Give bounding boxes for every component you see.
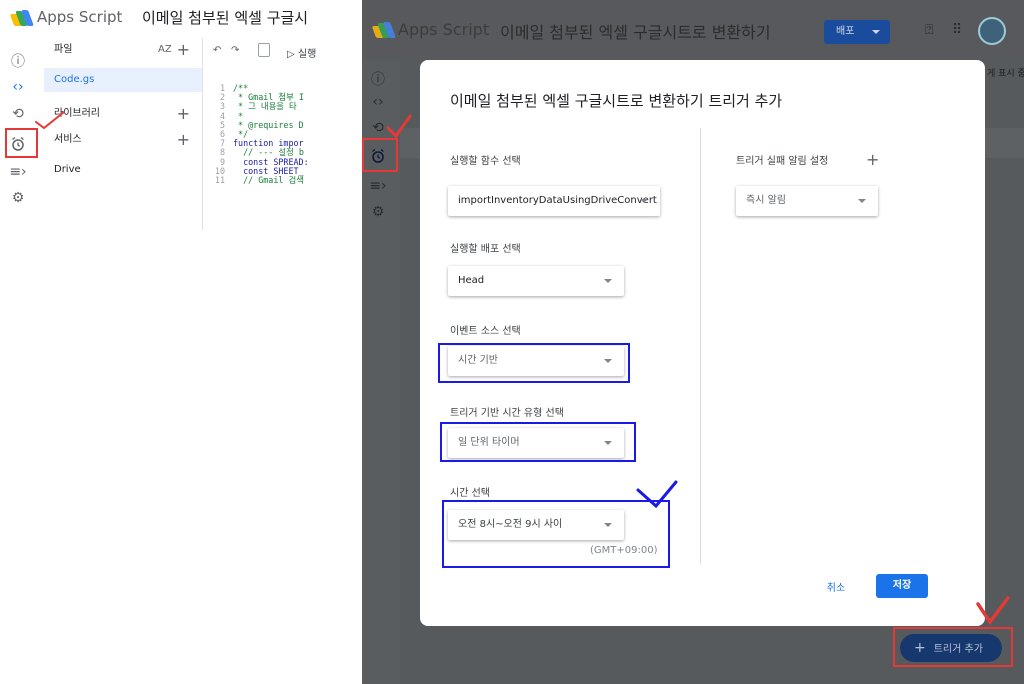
line-number: 11 [214,175,225,186]
annotation-red-box-right-triggers [362,138,398,172]
deployment-select-label: 실행할 배포 선택 [450,244,521,255]
avatar[interactable] [978,17,1006,45]
settings-gear-icon[interactable]: ⚙ [6,186,30,210]
apps-script-logo-icon [9,10,34,28]
annotation-blue-box-time-select [442,500,670,568]
brand-name: Apps Script [37,8,123,26]
run-button[interactable]: ▷ 실행 [287,45,316,60]
time-select-label: 시간 선택 [450,488,490,499]
code-editor[interactable]: ↶ ↷ ▷ 실행 1/** 2 * Gmail 첨부 I3 * 그 내용을 타4 … [202,38,340,230]
info-icon[interactable]: ⓘ [366,68,390,92]
file-item-label: Code.gs [54,74,95,85]
redo-icon[interactable]: ↷ [231,45,239,56]
save-file-icon[interactable] [258,43,270,57]
line-number: 5 [219,119,225,130]
settings-gear-icon[interactable]: ⚙ [366,200,390,224]
dialog-column-divider [700,128,701,564]
line-number: 4 [219,110,225,121]
undo-icon[interactable]: ↶ [213,45,221,56]
history-icon[interactable]: ⟲ [6,102,30,126]
deploy-button[interactable]: 배포 [824,20,890,44]
line-number: 7 [219,138,225,149]
executions-icon[interactable]: ≡› [6,160,30,184]
service-drive-label: Drive [54,164,81,175]
annotation-red-box-left-triggers [5,128,38,158]
left-screenshot: Apps Script 이메일 첨부된 엑셀 구글시 ⓘ ‹› ⟲ ≡› ⚙ 파… [0,0,340,230]
chevron-down-icon [872,30,880,34]
chevron-down-icon [858,199,866,203]
executions-icon[interactable]: ≡› [366,174,390,198]
editor-code-icon[interactable]: ‹› [6,75,30,99]
add-library-icon[interactable]: + [177,102,190,126]
code-line: 11 // Gmail 검색 [203,175,340,186]
apps-script-logo-icon [371,22,396,40]
project-title[interactable]: 이메일 첨부된 엑셀 구글시트로 변환하기 [500,19,771,43]
line-number: 1 [219,83,225,93]
line-number: 6 [219,129,225,140]
files-label: 파일 [54,44,73,55]
failure-notification-value: 즉시 알림 [746,195,786,206]
line-number: 3 [219,101,225,112]
timer-type-label: 트리거 기반 시간 유형 선택 [450,408,564,419]
apps-grid-icon[interactable]: ⠿ [952,22,962,38]
editor-code-icon[interactable]: ‹› [366,90,390,114]
failure-notification-select[interactable]: 즉시 알림 [736,186,878,216]
cancel-button[interactable]: 취소 [816,577,856,601]
right-screenshot: Apps Script 이메일 첨부된 엑셀 구글시트로 변환하기 배포 ⍰ ⠿… [362,0,1024,684]
add-service-icon[interactable]: + [177,128,190,152]
file-item-code-gs[interactable]: Code.gs [44,68,202,92]
add-file-icon[interactable]: + [177,38,190,62]
dialog-title: 이메일 첨부된 엑셀 구글시트로 변환하기 트리거 추가 [450,92,783,110]
help-icon[interactable]: ⍰ [925,22,933,38]
publishing-status-text: 게 표시 중 [987,69,1024,79]
deploy-label: 배포 [836,26,855,37]
left-top-bar: Apps Script 이메일 첨부된 엑셀 구글시 [0,0,340,38]
line-number: 2 [219,92,225,103]
line-number: 8 [219,147,225,158]
deployment-select[interactable]: Head [448,266,624,296]
libraries-label: 라이브러리 [54,108,100,119]
right-top-bar: Apps Script 이메일 첨부된 엑셀 구글시트로 변환하기 배포 ⍰ ⠿ [362,0,1024,60]
brand-name: Apps Script [398,20,490,39]
sort-az-icon[interactable]: AZ [158,38,172,62]
function-select[interactable]: importInventoryDataUsingDriveConvert [448,186,660,216]
files-panel: 파일 AZ + Code.gs 라이브러리 + 서비스 + Drive [44,38,202,230]
history-icon[interactable]: ⟲ [366,116,390,140]
editor-toolbar: ↶ ↷ ▷ 실행 [203,38,340,64]
event-source-label: 이벤트 소스 선택 [450,326,521,337]
files-header: 파일 AZ + [44,38,202,62]
function-select-label: 실행할 함수 선택 [450,156,521,167]
add-notification-icon[interactable]: + [866,150,879,169]
function-select-value: importInventoryDataUsingDriveConvert [458,195,657,206]
services-row: 서비스 + [44,128,202,152]
info-icon[interactable]: ⓘ [6,50,30,74]
code-lines: 1/** 2 * Gmail 첨부 I3 * 그 내용을 타4 * 5 * @req… [203,83,340,186]
deployment-select-value: Head [458,275,485,286]
chevron-down-icon [604,279,612,283]
libraries-row: 라이브러리 + [44,102,202,126]
annotation-blue-box-event-source [438,343,630,383]
failure-notification-label: 트리거 실패 알림 설정 [736,156,829,167]
project-title[interactable]: 이메일 첨부된 엑셀 구글시 [142,7,308,28]
chevron-down-icon [640,199,648,203]
save-button[interactable]: 저장 [876,574,928,598]
annotation-blue-box-timer-type [440,422,636,462]
code-text: // Gmail 검색 [233,175,304,186]
service-item-drive[interactable]: Drive [44,158,202,182]
services-label: 서비스 [54,134,82,145]
annotation-red-box-add-trigger [893,627,1013,667]
